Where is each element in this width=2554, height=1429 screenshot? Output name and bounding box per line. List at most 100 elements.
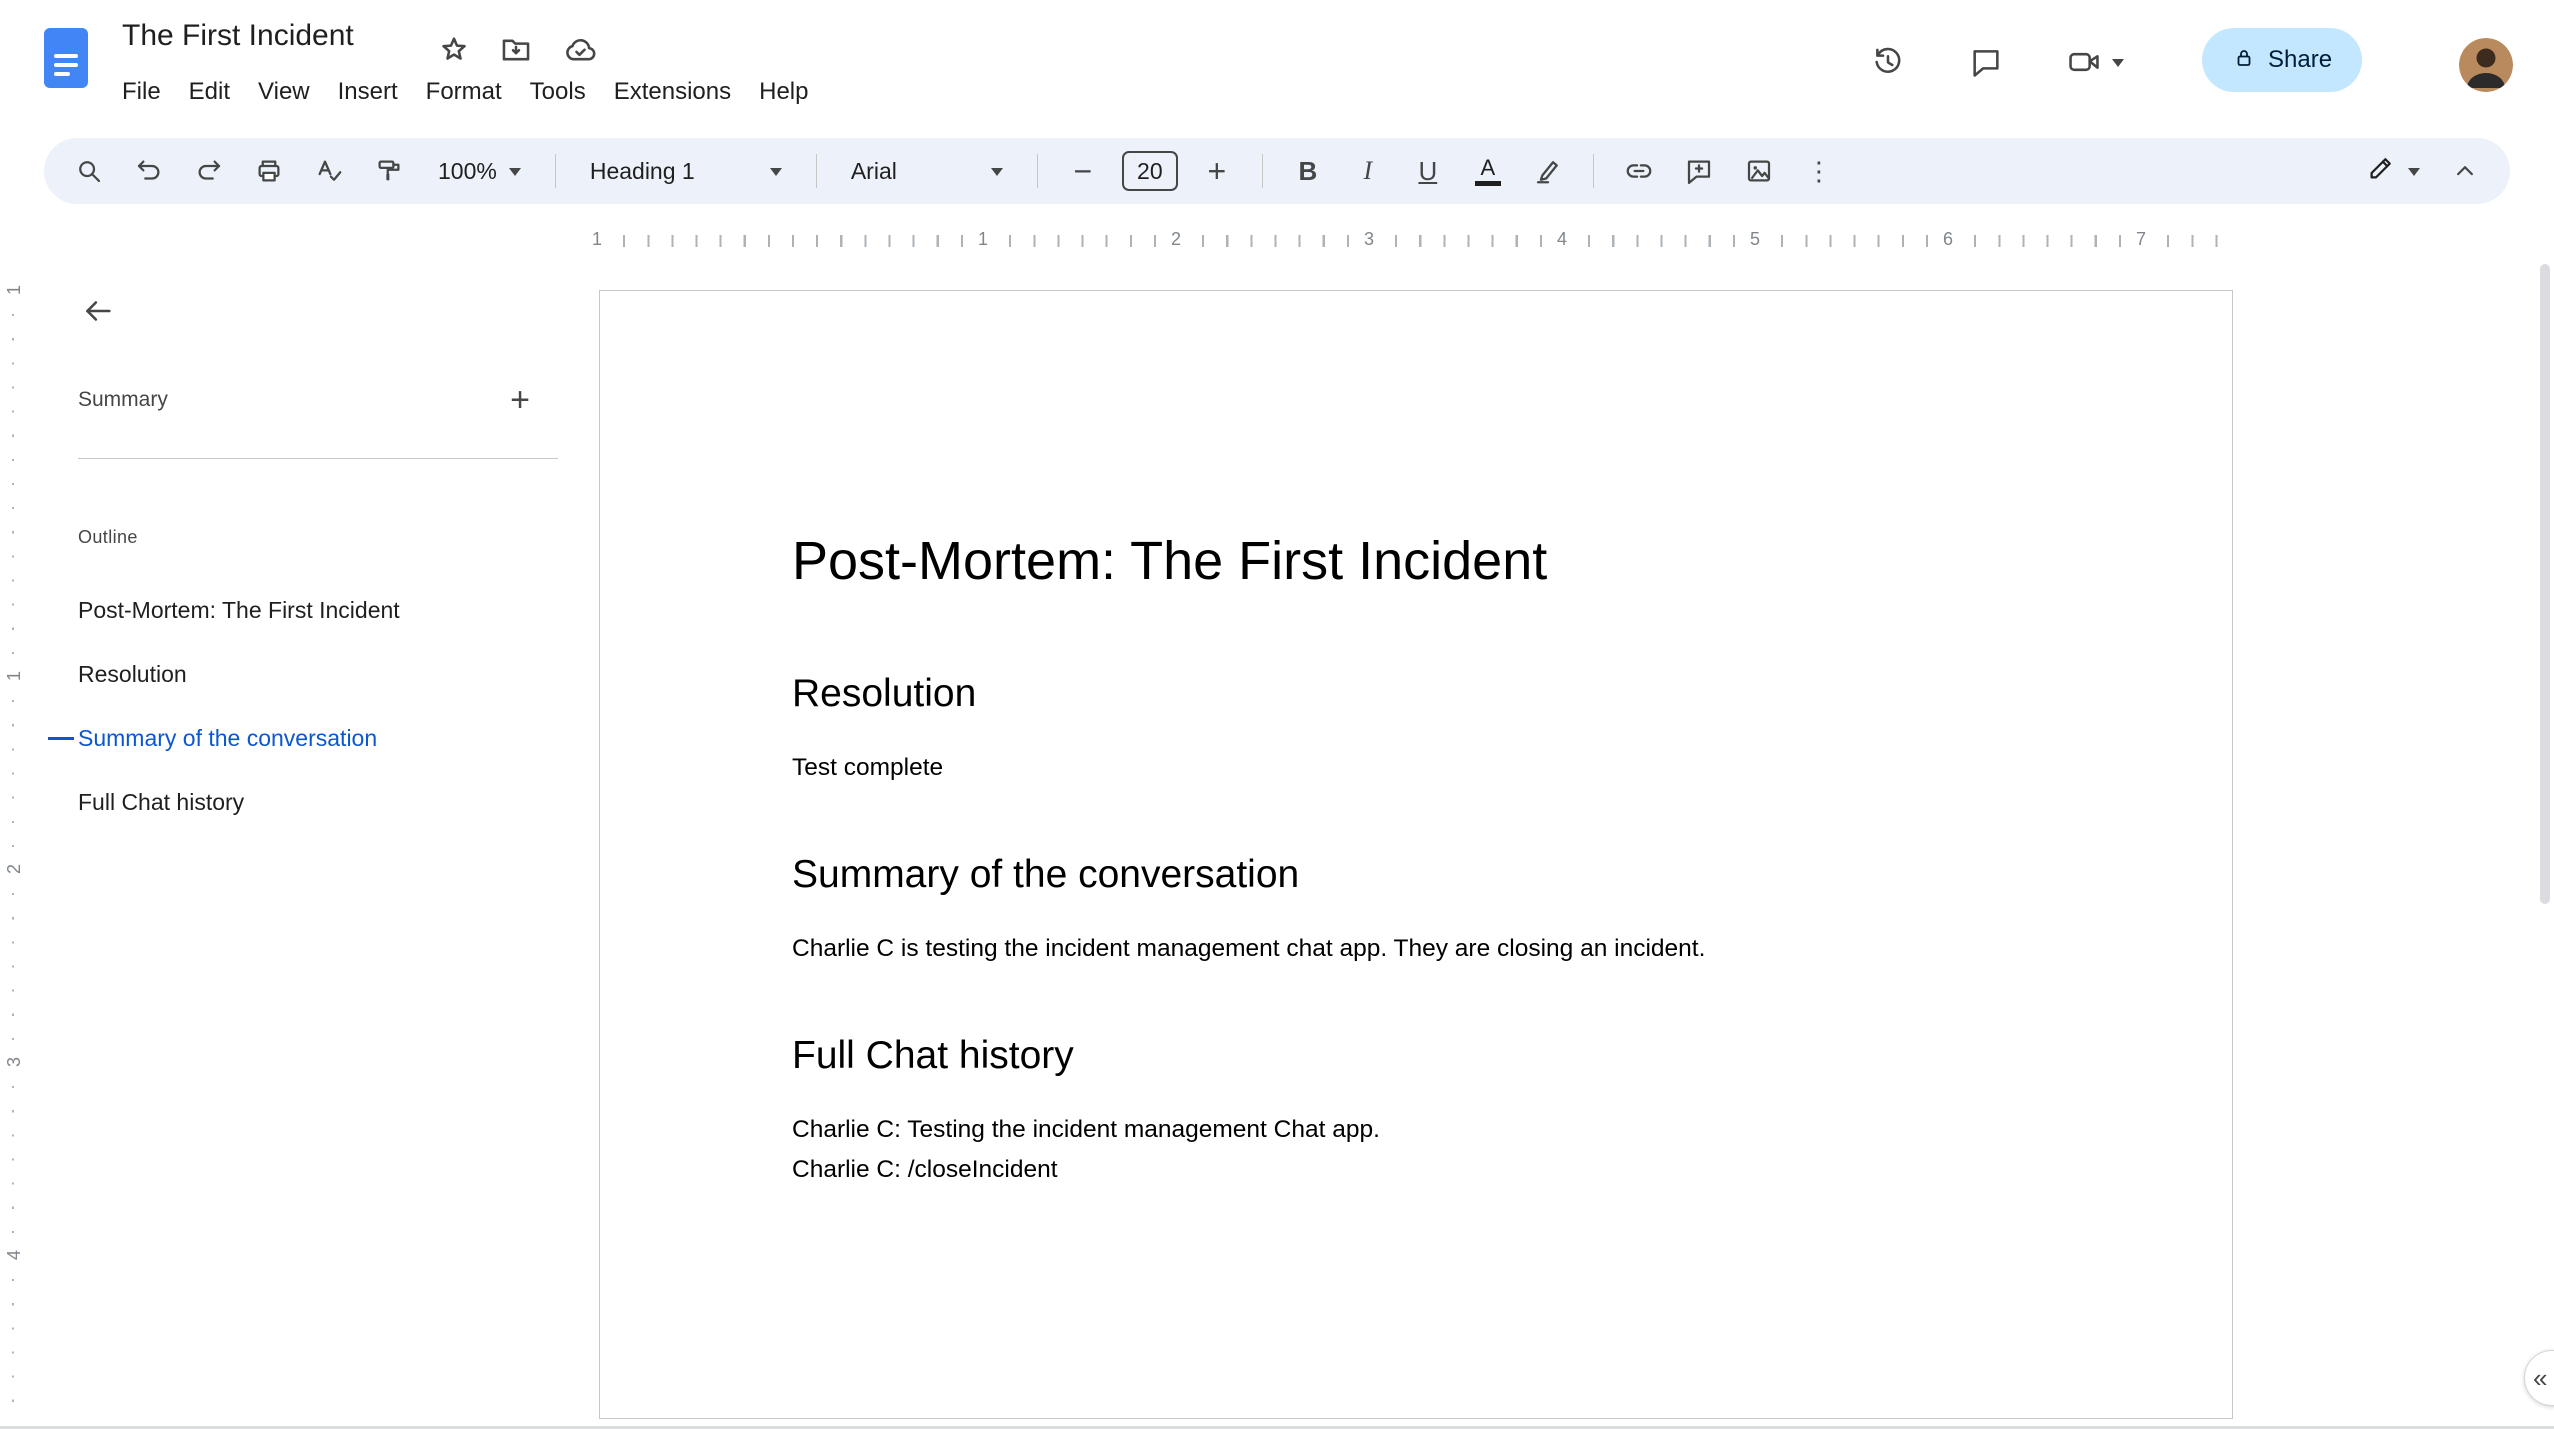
increase-font-size-button[interactable]: + (1196, 150, 1238, 192)
doc-section-summary: Summary of the conversation Charlie C is… (792, 850, 2044, 969)
menu-edit[interactable]: Edit (175, 68, 244, 116)
outline-item[interactable]: Post-Mortem: The First Incident (0, 578, 590, 642)
document-page[interactable]: Post-Mortem: The First Incident Resoluti… (599, 290, 2233, 1419)
back-arrow-icon (86, 301, 111, 321)
doc-heading-1[interactable]: Post-Mortem: The First Incident (792, 529, 2044, 593)
text-color-button[interactable]: A (1467, 150, 1509, 192)
undo-icon[interactable] (128, 150, 170, 192)
menu-format[interactable]: Format (412, 68, 516, 116)
document-title[interactable]: The First Incident (122, 16, 354, 56)
lock-icon (2232, 46, 2256, 75)
collapse-panel-button[interactable]: « (2524, 1350, 2554, 1406)
paint-format-icon[interactable] (368, 150, 410, 192)
video-dropdown-caret-icon[interactable] (2112, 59, 2124, 73)
editing-mode-select[interactable] (2356, 153, 2430, 189)
join-call-button[interactable] (2056, 34, 2124, 90)
hide-menus-icon[interactable] (2444, 150, 2486, 192)
zoom-caret-icon (508, 168, 521, 182)
ruler-number: 2 (1161, 226, 1191, 252)
zoom-select[interactable]: 100% (428, 158, 531, 185)
version-history-icon[interactable] (1860, 34, 1916, 90)
ruler-number: 5 (1740, 226, 1770, 252)
toolbar-separator (1261, 154, 1263, 188)
ruler-ticks (599, 235, 2233, 247)
toolbar-separator (1036, 154, 1038, 188)
paragraph-style-select[interactable]: Heading 1 (580, 158, 792, 185)
scrollbar-thumb[interactable] (2540, 264, 2550, 904)
text-color-icon: A (1474, 156, 1501, 186)
toolbar-separator (1592, 154, 1594, 188)
font-select[interactable]: Arial (841, 158, 1013, 185)
vruler-number: 2 (0, 855, 28, 883)
bold-icon: B (1298, 156, 1318, 186)
spellcheck-icon[interactable] (308, 150, 350, 192)
menu-insert[interactable]: Insert (324, 68, 412, 116)
ruler-number: 6 (1933, 226, 1963, 252)
ruler-number: 3 (1354, 226, 1384, 252)
style-caret-icon (769, 168, 782, 182)
bold-button[interactable]: B (1287, 150, 1329, 192)
comments-icon[interactable] (1958, 34, 2014, 90)
outline-item[interactable]: Full Chat history (0, 770, 590, 834)
minus-icon: − (1073, 153, 1093, 189)
move-folder-icon[interactable] (494, 28, 538, 72)
ruler-number: 1 (582, 226, 612, 252)
avatar[interactable] (2459, 38, 2513, 92)
menu-tools[interactable]: Tools (516, 68, 600, 116)
redo-icon[interactable] (188, 150, 230, 192)
search-menus-icon[interactable] (68, 150, 110, 192)
sidebar-divider (78, 458, 558, 459)
menu-file[interactable]: File (108, 68, 175, 116)
toolbar: 100% Heading 1 Arial − 20 + B I U A ⋮ (44, 138, 2510, 204)
doc-heading-2[interactable]: Summary of the conversation (792, 850, 2044, 900)
google-docs-app: { "header": { "title": "The First Incide… (0, 0, 2554, 1429)
doc-section-resolution: Resolution Test complete (792, 669, 2044, 788)
share-button[interactable]: Share (2202, 28, 2363, 92)
share-button-label: Share (2268, 46, 2333, 73)
toolbar-separator (554, 154, 556, 188)
vruler-number: 4 (0, 1241, 28, 1269)
vertical-ruler: 1 1 2 3 4 (0, 256, 30, 1429)
italic-button[interactable]: I (1347, 150, 1389, 192)
doc-paragraph[interactable]: Charlie C: Testing the incident manageme… (792, 1110, 2044, 1150)
menu-bar: File Edit View Insert Format Tools Exten… (108, 68, 822, 116)
more-options-button[interactable]: ⋮ (1798, 150, 1840, 192)
highlight-color-icon[interactable] (1527, 150, 1569, 192)
zoom-value: 100% (438, 157, 497, 184)
doc-paragraph[interactable]: Test complete (792, 748, 2044, 788)
italic-icon: I (1363, 156, 1373, 185)
docs-logo-icon[interactable] (42, 26, 90, 90)
add-comment-icon[interactable] (1678, 150, 1720, 192)
font-caret-icon (990, 168, 1003, 182)
menu-help[interactable]: Help (745, 68, 822, 116)
add-summary-button[interactable]: + (494, 374, 546, 426)
doc-paragraph[interactable]: Charlie C: /closeIncident (792, 1150, 2044, 1190)
ruler-number: 7 (2126, 226, 2156, 252)
collapse-icon: « (2533, 1362, 2548, 1393)
menu-extensions[interactable]: Extensions (600, 68, 745, 116)
close-outline-button[interactable] (72, 285, 124, 337)
horizontal-ruler[interactable]: 1 1 2 3 4 5 6 7 (0, 222, 2554, 464)
pencil-icon (2366, 153, 2396, 189)
doc-paragraph[interactable]: Charlie C is testing the incident manage… (792, 929, 2044, 969)
video-camera-icon[interactable] (2056, 34, 2112, 90)
ruler-number: 4 (1547, 226, 1577, 252)
insert-link-icon[interactable] (1618, 150, 1660, 192)
outline-item-active[interactable]: Summary of the conversation (0, 706, 590, 770)
doc-heading-2[interactable]: Full Chat history (792, 1031, 2044, 1081)
insert-image-icon[interactable] (1738, 150, 1780, 192)
star-icon[interactable] (432, 28, 476, 72)
print-icon[interactable] (248, 150, 290, 192)
paragraph-style-value: Heading 1 (589, 157, 695, 184)
plus-icon: + (1207, 153, 1227, 189)
summary-label: Summary (78, 388, 168, 411)
decrease-font-size-button[interactable]: − (1062, 150, 1104, 192)
doc-heading-2[interactable]: Resolution (792, 669, 2044, 719)
cloud-saved-icon[interactable] (558, 28, 602, 72)
font-value: Arial (850, 157, 897, 184)
menu-view[interactable]: View (244, 68, 324, 116)
underline-button[interactable]: U (1407, 150, 1449, 192)
font-size-input[interactable]: 20 (1121, 151, 1178, 191)
plus-icon: + (510, 380, 530, 419)
outline-item[interactable]: Resolution (0, 642, 590, 706)
